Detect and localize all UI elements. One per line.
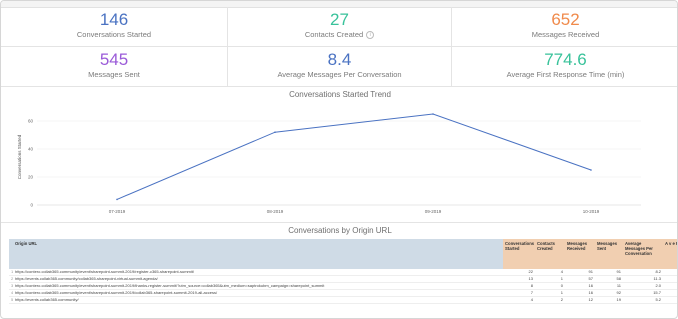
y-tick-label: 60 [28, 119, 34, 124]
row-index: 2 [9, 275, 13, 283]
kpi-label: Messages Received [531, 30, 600, 39]
column-header-messages-sent[interactable]: Messages Sent [595, 239, 623, 269]
table-row[interactable]: 4https://contero.collab365.community/eve… [9, 289, 677, 297]
metric-cell: 16 [565, 282, 595, 290]
kpi-label: Conversations Started [76, 30, 152, 39]
metric-cell: 92 [595, 289, 623, 297]
metric-cell [663, 282, 677, 290]
metric-cell: 16 [565, 289, 595, 297]
kpi-value: 27 [330, 10, 349, 29]
kpi-avg-messages: 8.4 Average Messages Per Conversation [228, 47, 452, 87]
trend-chart-title: Conversations Started Trend [289, 90, 391, 99]
y-tick-label: 0 [30, 203, 33, 208]
y-tick-label: 20 [28, 175, 34, 180]
kpi-label-text: Contacts Created [304, 30, 364, 39]
metric-cell: 4 [503, 296, 535, 304]
kpi-value: 146 [99, 10, 129, 29]
metric-cell: 58 [595, 275, 623, 283]
metric-cell: 15.7 [623, 289, 663, 297]
data-point[interactable] [116, 198, 118, 201]
series-line-group [116, 113, 592, 201]
kpi-label: Average Messages Per Conversation [277, 70, 402, 79]
metric-cell: 2 [535, 296, 565, 304]
data-point[interactable] [274, 131, 276, 133]
trend-chart: Conversations Started 0 20 40 60 07-2019 08-… [1, 99, 677, 219]
x-tick-label: 09-2019 [425, 209, 442, 214]
y-gridlines [37, 120, 641, 206]
kpi-value: 8.4 [327, 50, 352, 69]
y-tick-label: 40 [28, 147, 34, 152]
row-index: 3 [9, 282, 13, 290]
x-tick-label: 10-2019 [583, 209, 600, 214]
y-tick-labels: 0 20 40 60 [28, 119, 34, 208]
column-header-origin-url[interactable]: Origin URL [13, 239, 503, 269]
data-point[interactable] [590, 169, 592, 171]
table-row[interactable]: 2https://events.collab365.community/coll… [9, 275, 677, 283]
x-tick-label: 07-2019 [109, 209, 126, 214]
origin-table-grid: Origin URL Conversations Started Contact… [9, 239, 677, 304]
origin-url-cell[interactable]: https://events.collab365.community/colla… [13, 275, 503, 283]
metric-cell: 12 [565, 296, 595, 304]
section-divider [1, 222, 677, 223]
metric-cell: 5.2 [623, 296, 663, 304]
origin-table: Origin URL Conversations Started Contact… [9, 239, 677, 317]
table-row[interactable]: 3https://contero.collab365.community/eve… [9, 282, 677, 290]
column-header-contacts-created[interactable]: Contacts Created [535, 239, 565, 269]
metric-cell: 2.0 [623, 282, 663, 290]
metric-cell: 7 [503, 289, 535, 297]
x-tick-labels: 07-2019 08-2019 09-2019 10-2019 [109, 209, 600, 214]
row-index: 5 [9, 296, 13, 304]
kpi-value: 774.6 [544, 50, 587, 69]
row-index: 4 [9, 289, 13, 297]
kpi-label: Contacts Created i [228, 30, 451, 40]
kpi-grid: 146 Conversations Started 27 Contacts Cr… [1, 7, 677, 88]
metric-cell: 11.3 [623, 275, 663, 283]
y-axis-label: Conversations Started [17, 134, 22, 179]
trend-chart-svg: Conversations Started 0 20 40 60 07-2019 08-… [17, 113, 641, 214]
column-header-messages-received[interactable]: Messages Received [565, 239, 595, 269]
metric-cell: 8 [503, 282, 535, 290]
metric-cell: 13 [503, 275, 535, 283]
column-header-conversations-started[interactable]: Conversations Started [503, 239, 535, 269]
metric-cell: 57 [565, 275, 595, 283]
metric-cell: 0 [535, 282, 565, 290]
column-header-avg-first-response[interactable]: A v e F R T (m [663, 239, 677, 269]
kpi-label: Messages Sent [88, 70, 140, 79]
info-icon[interactable]: i [366, 31, 375, 40]
kpi-messages-sent: 545 Messages Sent [1, 47, 228, 87]
column-header-avg-messages[interactable]: Average Messages Per Conversation [623, 239, 663, 269]
kpi-conversations-started: 146 Conversations Started [1, 7, 228, 47]
metric-cell: 11 [595, 282, 623, 290]
series-line [116, 113, 592, 200]
origin-url-cell[interactable]: https://contero.collab365.community/even… [13, 282, 503, 290]
kpi-label: Average First Response Time (min) [506, 70, 625, 79]
metric-cell [663, 275, 677, 283]
origin-url-cell[interactable]: https://events.collab365.community/ [13, 296, 503, 304]
data-point[interactable] [432, 113, 434, 115]
kpi-messages-received: 652 Messages Received [452, 7, 677, 47]
origin-table-title: Conversations by Origin URL [288, 226, 392, 235]
metric-cell: 1 [535, 275, 565, 283]
table-row[interactable]: 5https://events.collab365.community/4212… [9, 296, 677, 304]
kpi-value: 652 [551, 10, 580, 29]
origin-url-cell[interactable]: https://contero.collab365.community/even… [13, 289, 503, 297]
kpi-first-response-time: 774.6 Average First Response Time (min) [452, 47, 677, 87]
metric-cell: 19 [595, 296, 623, 304]
dashboard-frame: 146 Conversations Started 27 Contacts Cr… [0, 0, 678, 319]
x-tick-label: 08-2019 [267, 209, 284, 214]
kpi-value: 545 [99, 50, 129, 69]
metric-cell [663, 289, 677, 297]
kpi-contacts-created: 27 Contacts Created i [228, 7, 452, 47]
metric-cell [663, 296, 677, 304]
table-header-row: Origin URL Conversations Started Contact… [9, 239, 677, 269]
metric-cell: 1 [535, 289, 565, 297]
